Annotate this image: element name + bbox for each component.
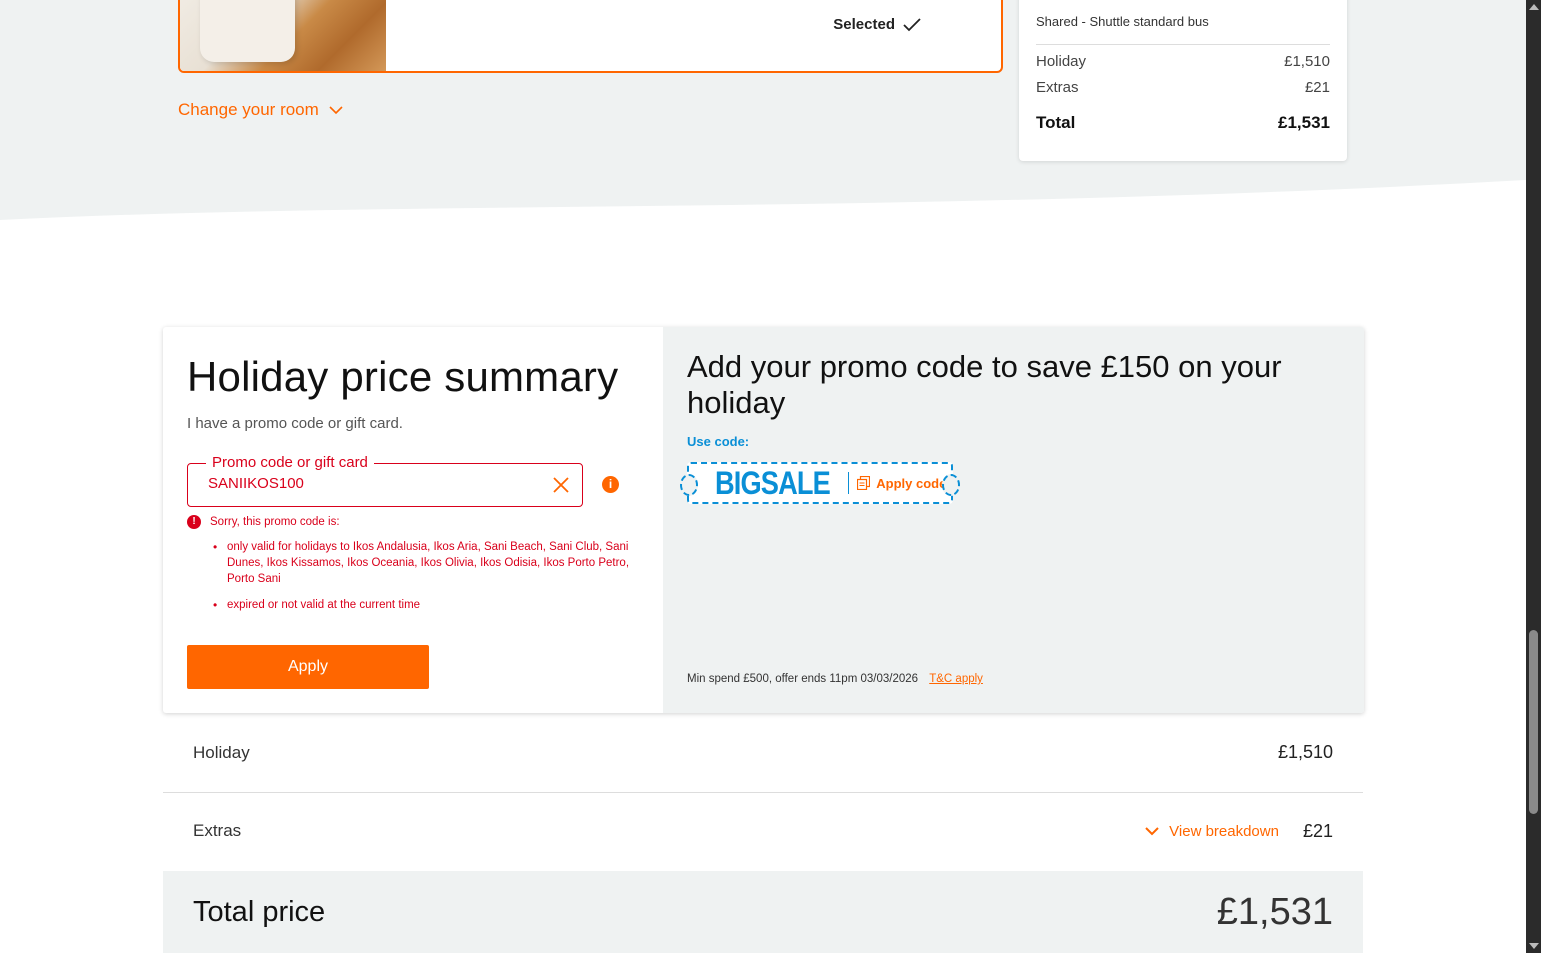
scroll-up-arrow-icon[interactable] <box>1529 4 1539 10</box>
error-item: expired or not valid at the current time <box>213 597 633 613</box>
total-price-value: £1,531 <box>1216 890 1333 933</box>
promo-entry-panel: Holiday price summary I have a promo cod… <box>163 327 663 713</box>
change-room-link[interactable]: Change your room <box>178 100 343 120</box>
tc-link[interactable]: T&C apply <box>929 673 983 685</box>
apply-code-label: Apply code <box>876 475 947 491</box>
side-extras-row: Extras £21 <box>1036 79 1330 96</box>
total-price-bar: Total price £1,531 <box>163 871 1363 953</box>
apply-code-button[interactable]: Apply code <box>857 476 946 491</box>
holiday-price-summary-card: Holiday price summary I have a promo cod… <box>163 327 1364 713</box>
coupon-divider <box>848 472 850 494</box>
scroll-down-arrow-icon[interactable] <box>1529 943 1539 949</box>
page-scrollbar[interactable] <box>1526 0 1541 953</box>
chevron-down-icon <box>1145 827 1159 836</box>
holiday-label: Holiday <box>193 742 250 762</box>
extras-price-row: Extras View breakdown £21 <box>163 805 1363 857</box>
promo-error-heading: ! Sorry, this promo code is: <box>187 515 340 529</box>
use-code-label: Use code: <box>687 434 750 449</box>
view-breakdown-link[interactable]: View breakdown <box>1145 823 1279 840</box>
selected-room-card[interactable]: Selected <box>178 0 1003 73</box>
error-heading-text: Sorry, this promo code is: <box>210 516 340 528</box>
copy-icon <box>857 476 871 490</box>
promo-error-list: only valid for holidays to Ikos Andalusi… <box>213 539 633 623</box>
change-room-label: Change your room <box>178 100 319 119</box>
extras-label: Extras <box>193 821 242 840</box>
section-wave-divider <box>0 180 1526 240</box>
error-item: only valid for holidays to Ikos Andalusi… <box>213 539 633 587</box>
offer-terms: Min spend £500, offer ends 11pm 03/03/20… <box>687 673 983 685</box>
promo-code-input[interactable] <box>208 475 528 492</box>
error-icon: ! <box>187 515 201 529</box>
page-title: Holiday price summary <box>187 353 619 400</box>
side-total-label: Total <box>1036 113 1076 132</box>
selected-label: Selected <box>833 16 895 33</box>
promo-question: I have a promo code or gift card. <box>187 415 403 432</box>
apply-button[interactable]: Apply <box>187 645 429 689</box>
promo-coupon[interactable]: BIGSALE Apply code <box>680 462 960 504</box>
extras-right: View breakdown £21 <box>1145 821 1333 842</box>
side-total-row: Total £1,531 <box>1036 113 1330 133</box>
clear-icon[interactable] <box>552 476 570 494</box>
promo-code-field: Promo code or gift card <box>187 454 583 507</box>
holiday-price-row: Holiday £1,510 <box>163 725 1363 780</box>
scroll-thumb[interactable] <box>1529 630 1538 814</box>
side-extras-value: £21 <box>1304 79 1330 96</box>
side-extras-label: Extras <box>1036 79 1079 96</box>
side-holiday-value: £1,510 <box>1284 53 1330 70</box>
extras-value: £21 <box>1302 820 1333 841</box>
promo-offer-panel: Add your promo code to save £150 on your… <box>663 327 1364 713</box>
promo-headline: Add your promo code to save £150 on your… <box>687 349 1282 420</box>
divider <box>1036 44 1330 45</box>
check-icon <box>903 17 921 31</box>
min-spend-text: Min spend £500, offer ends 11pm 03/03/20… <box>687 673 919 685</box>
total-price-label: Total price <box>193 895 326 928</box>
transfer-type: Shared - Shuttle standard bus <box>1036 14 1209 29</box>
holiday-value: £1,510 <box>1277 742 1333 762</box>
divider <box>163 792 1363 793</box>
coupon-code: BIGSALE <box>715 464 831 501</box>
room-photo <box>180 0 386 71</box>
view-breakdown-label: View breakdown <box>1169 822 1279 840</box>
chevron-down-icon <box>329 106 343 115</box>
selected-status: Selected <box>833 16 921 33</box>
promo-field-label: Promo code or gift card <box>206 454 374 471</box>
side-holiday-label: Holiday <box>1036 53 1087 70</box>
side-total-value: £1,531 <box>1278 113 1330 132</box>
side-holiday-row: Holiday £1,510 <box>1036 53 1330 70</box>
info-icon[interactable]: i <box>602 476 619 493</box>
booking-side-summary: Shared - Shuttle standard bus Holiday £1… <box>1019 0 1347 161</box>
